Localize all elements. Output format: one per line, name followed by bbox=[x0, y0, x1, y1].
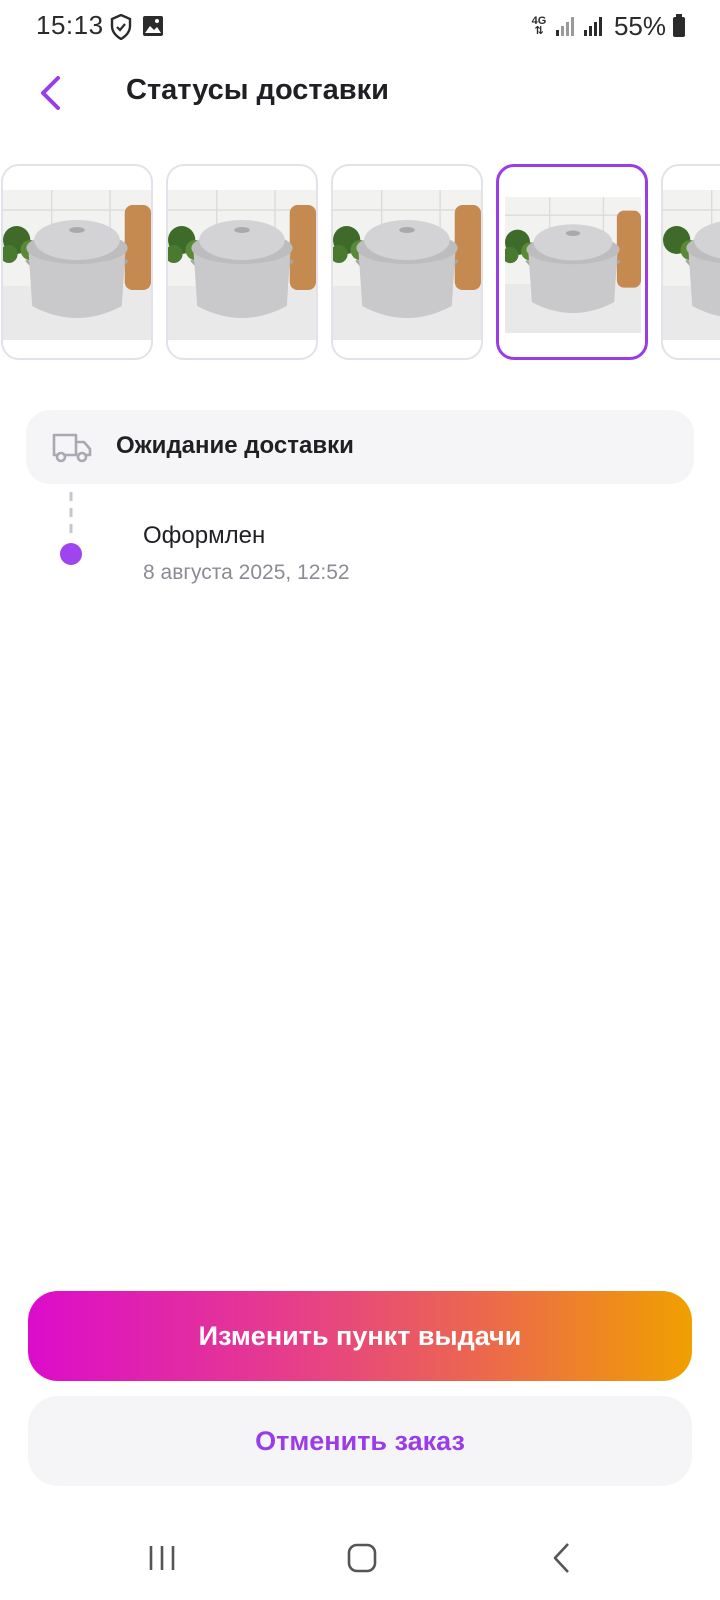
thumbnail-1[interactable] bbox=[1, 164, 153, 360]
system-nav-bar bbox=[0, 1525, 720, 1591]
thumbnail-4-selected[interactable] bbox=[496, 164, 648, 360]
change-pickup-point-label: Изменить пункт выдачи bbox=[198, 1320, 522, 1351]
status-right-group: 4G ⇅ 55% bbox=[530, 10, 686, 42]
recent-apps-icon bbox=[149, 1546, 175, 1570]
cooking-pot-image bbox=[3, 190, 151, 340]
cancel-order-label: Отменить заказ bbox=[255, 1425, 465, 1456]
thumbnail-3[interactable] bbox=[331, 164, 483, 360]
product-thumbnails[interactable] bbox=[0, 160, 720, 364]
status-time: 15:13 bbox=[36, 10, 104, 40]
home-button[interactable] bbox=[332, 1535, 392, 1581]
timeline-dash bbox=[69, 492, 73, 540]
page-title: Статусы доставки bbox=[126, 74, 389, 106]
truck-icon bbox=[52, 433, 92, 463]
header: Статусы доставки bbox=[0, 60, 720, 128]
battery-icon bbox=[673, 14, 685, 37]
status-bar: 15:13 4G ⇅ 55% bbox=[0, 0, 720, 56]
recent-apps-button[interactable] bbox=[132, 1535, 192, 1581]
cooking-pot-image bbox=[333, 190, 481, 340]
system-back-button[interactable] bbox=[532, 1535, 592, 1581]
thumbnail-2[interactable] bbox=[166, 164, 318, 360]
cooking-pot-image bbox=[505, 197, 641, 333]
chevron-left-icon bbox=[41, 76, 60, 110]
network-type: 4G ⇅ bbox=[531, 15, 547, 37]
back-button[interactable] bbox=[28, 70, 72, 116]
cancel-order-button[interactable]: Отменить заказ bbox=[28, 1396, 692, 1486]
timeline-dot bbox=[60, 543, 82, 565]
cooking-pot-image bbox=[663, 190, 720, 340]
timeline-event-date: 8 августа 2025, 12:52 bbox=[143, 561, 350, 584]
delivery-status-card: Ожидание доставки bbox=[26, 410, 694, 484]
signal-icon bbox=[555, 17, 574, 36]
battery-percent: 55% bbox=[613, 10, 666, 41]
cooking-pot-image bbox=[168, 190, 316, 340]
timeline-event-title: Оформлен bbox=[143, 522, 266, 549]
status-card-title: Ожидание доставки bbox=[116, 432, 354, 459]
change-pickup-point-button[interactable]: Изменить пункт выдачи bbox=[28, 1291, 692, 1381]
home-icon bbox=[347, 1543, 377, 1573]
shield-icon bbox=[110, 14, 132, 40]
thumbnail-5[interactable] bbox=[661, 164, 720, 360]
back-icon bbox=[553, 1543, 569, 1573]
gallery-icon bbox=[143, 16, 163, 36]
signal-icon-2 bbox=[583, 17, 602, 36]
